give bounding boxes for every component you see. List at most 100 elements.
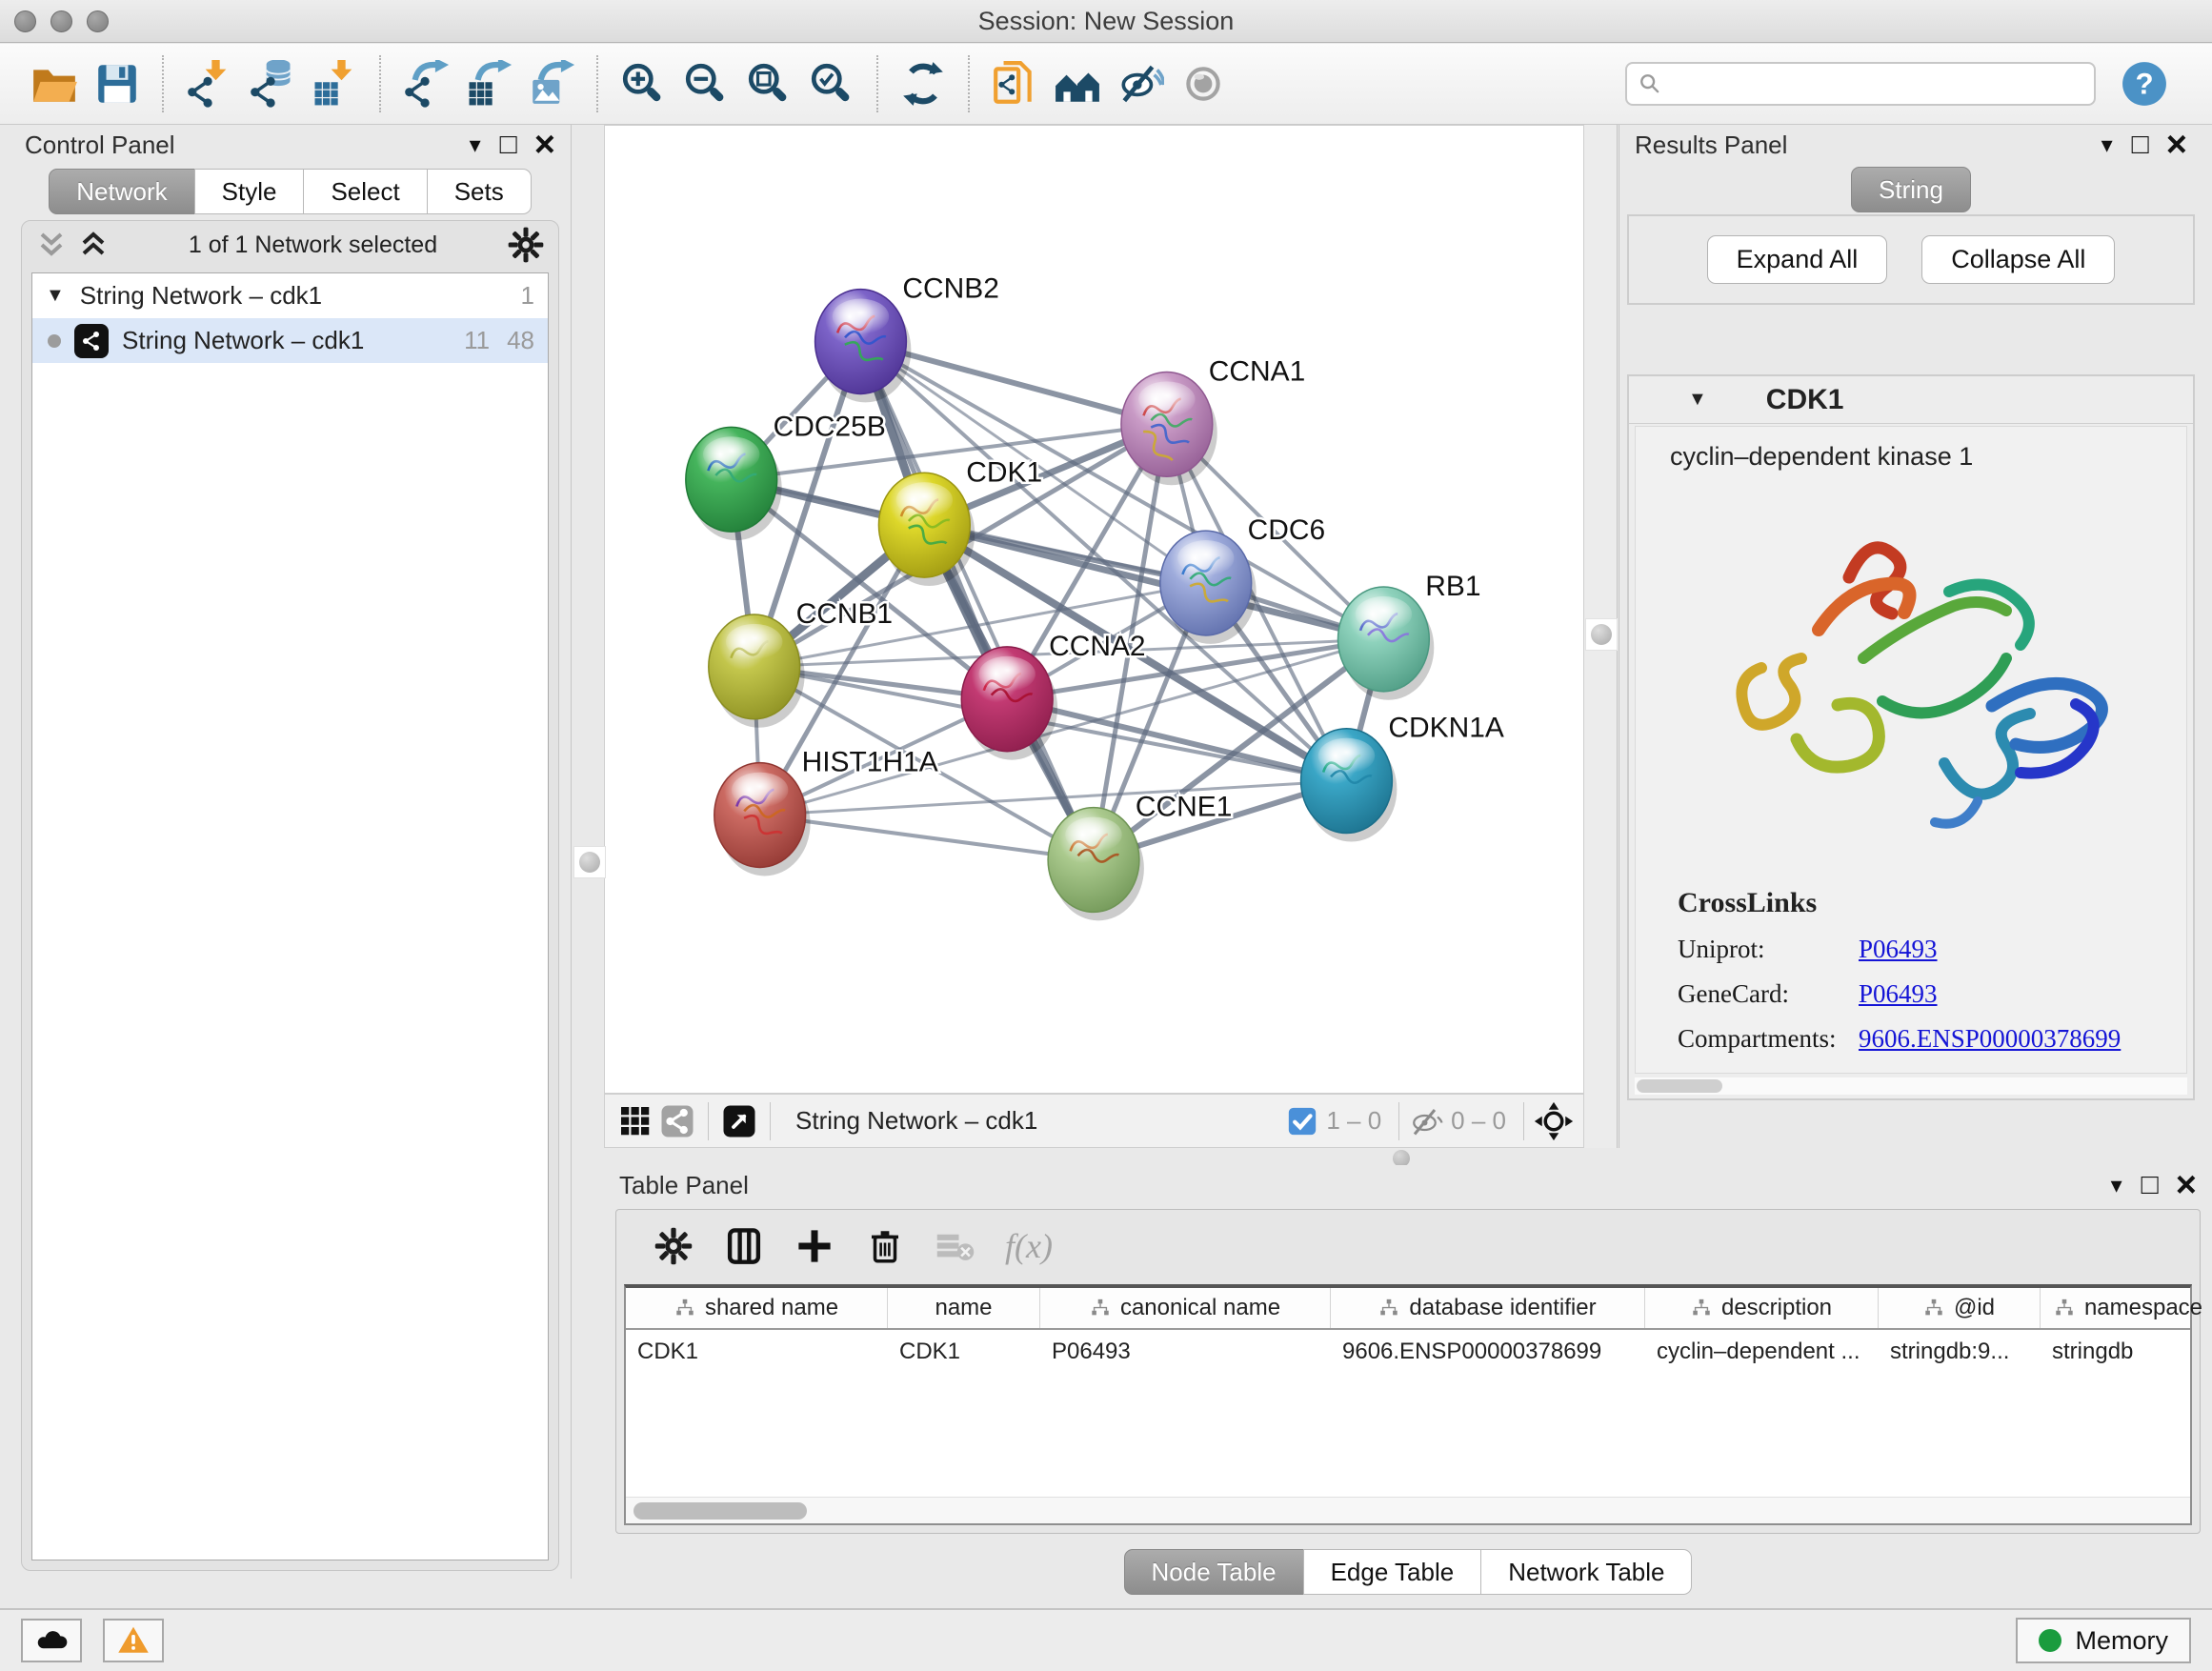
export-table-button[interactable] xyxy=(461,55,516,112)
column-header-shared-name[interactable]: shared name xyxy=(626,1288,888,1328)
network-row-selected[interactable]: String Network – cdk1 11 48 xyxy=(32,318,548,363)
table-panel: Table Panel ▾ □ × xyxy=(604,1165,2212,1608)
left-splitter-handle[interactable] xyxy=(573,846,606,878)
network-canvas[interactable]: CCNB2 CCNA1 CDC25B CDK1 CDC6 RB1 CCNB1 xyxy=(604,125,1584,1094)
results-close-icon[interactable]: × xyxy=(2166,131,2187,159)
table-panel-title: Table Panel xyxy=(619,1171,749,1200)
results-scrollbar[interactable] xyxy=(1635,1077,2187,1095)
section-collapse-icon[interactable]: ▼ xyxy=(1688,389,1707,411)
open-session-button[interactable] xyxy=(27,55,82,112)
tab-select[interactable]: Select xyxy=(303,169,427,214)
fit-selected-crosshair-icon[interactable] xyxy=(1534,1101,1574,1141)
homes-icon xyxy=(1054,60,1101,108)
detach-view-button[interactable] xyxy=(718,1100,760,1142)
panel-float-icon[interactable]: □ xyxy=(500,131,517,159)
table-float-icon[interactable]: □ xyxy=(2142,1171,2159,1199)
network-options-gear-icon[interactable] xyxy=(507,226,545,264)
cdk1-section-header[interactable]: ▼ CDK1 xyxy=(1629,376,2193,424)
search-box[interactable] xyxy=(1625,62,2096,106)
import-database-button[interactable] xyxy=(244,55,299,112)
table-row[interactable]: CDK1CDK1P064939606.ENSP00000378699cyclin… xyxy=(626,1330,2190,1374)
export-network-button[interactable] xyxy=(398,55,453,112)
network-collection-row[interactable]: ▼ String Network – cdk1 1 xyxy=(32,273,548,318)
network-node-CDKN1A[interactable]: CDKN1A xyxy=(1301,713,1504,842)
crosslink-link[interactable]: 9606.ENSP00000378699 xyxy=(1859,1069,2121,1074)
zoom-selected-icon xyxy=(808,60,855,108)
birds-eye-view-button[interactable] xyxy=(614,1100,656,1142)
network-edge-CCNB2-CCNE1[interactable] xyxy=(860,342,1094,860)
collection-expand-icon[interactable]: ▼ xyxy=(46,285,65,307)
export-image-button[interactable] xyxy=(524,55,579,112)
tab-string[interactable]: String xyxy=(1851,167,1971,212)
panel-close-icon[interactable]: × xyxy=(534,131,555,159)
tab-sets[interactable]: Sets xyxy=(427,169,532,214)
import-table-button[interactable] xyxy=(307,55,362,112)
genemania-query-button[interactable] xyxy=(1050,55,1105,112)
network-node-CCNE1[interactable]: CCNE1 xyxy=(1048,792,1232,921)
collapse-all-button[interactable]: Collapse All xyxy=(1921,235,2115,284)
search-input[interactable] xyxy=(1663,65,2094,103)
hide-unhide-button[interactable] xyxy=(1113,55,1168,112)
svg-text:?: ? xyxy=(2135,67,2153,100)
table-cell: stringdb:9... xyxy=(1879,1330,2041,1374)
crosslink-link[interactable]: P06493 xyxy=(1859,935,1938,964)
delete-column-button[interactable] xyxy=(864,1225,906,1267)
column-header-database-identifier[interactable]: database identifier xyxy=(1331,1288,1645,1328)
crosslink-link[interactable]: 9606.ENSP00000378699 xyxy=(1859,1024,2121,1054)
memory-button[interactable]: Memory xyxy=(2016,1618,2191,1663)
zoom-fit-button[interactable] xyxy=(741,55,796,112)
toolbar-separator xyxy=(379,55,381,112)
create-column-button[interactable] xyxy=(794,1225,835,1267)
results-float-icon[interactable]: □ xyxy=(2132,131,2149,159)
show-hide-panel-button[interactable] xyxy=(1176,55,1231,112)
node-label-CDK1: CDK1 xyxy=(966,456,1042,488)
function-builder-icon: f(x) xyxy=(1005,1226,1053,1266)
collapse-all-icon[interactable] xyxy=(35,229,68,261)
cloud-button[interactable] xyxy=(21,1619,82,1662)
tab-network[interactable]: Network xyxy=(49,169,194,214)
string-panel-buttons: Expand All Collapse All xyxy=(1627,214,2195,305)
expand-all-icon[interactable] xyxy=(77,229,110,261)
table-menu-icon[interactable]: ▾ xyxy=(2111,1172,2122,1199)
tab-style[interactable]: Style xyxy=(194,169,305,214)
zoom-selected-button[interactable] xyxy=(804,55,859,112)
hidden-eye-slash-icon xyxy=(1409,1104,1443,1138)
column-header-name[interactable]: name xyxy=(888,1288,1040,1328)
table-toolbar: f(x) xyxy=(616,1210,2200,1282)
tab-edge-table[interactable]: Edge Table xyxy=(1303,1549,1482,1595)
network-overview-share-button[interactable] xyxy=(656,1100,698,1142)
right-splitter-handle[interactable] xyxy=(1585,618,1618,651)
table-scrollbar[interactable] xyxy=(626,1497,2190,1523)
shared-column-icon xyxy=(1378,1298,1399,1319)
main-toolbar: ? xyxy=(0,44,2212,125)
warnings-button[interactable] xyxy=(103,1619,164,1662)
refresh-icon xyxy=(899,60,947,108)
zoom-in-button[interactable] xyxy=(615,55,671,112)
crosslink-row: GeneCard:P06493 xyxy=(1678,979,2186,1009)
network-node-CDC6[interactable]: CDC6 xyxy=(1160,514,1325,644)
network-node-CCNA1[interactable]: CCNA1 xyxy=(1121,355,1305,485)
panel-menu-icon[interactable]: ▾ xyxy=(470,131,481,159)
network-node-RB1[interactable]: RB1 xyxy=(1337,571,1480,700)
crosslink-link[interactable]: P06493 xyxy=(1859,979,1938,1009)
import-network-button[interactable] xyxy=(181,55,236,112)
string-query-button[interactable] xyxy=(987,55,1042,112)
tab-node-table[interactable]: Node Table xyxy=(1124,1549,1304,1595)
refresh-view-button[interactable] xyxy=(895,55,951,112)
table-close-icon[interactable]: × xyxy=(2176,1171,2197,1199)
network-selection-status: 1 of 1 Network selected xyxy=(119,232,507,259)
zoom-out-button[interactable] xyxy=(678,55,734,112)
results-menu-icon[interactable]: ▾ xyxy=(2101,131,2113,159)
delete-table-button[interactable] xyxy=(935,1225,976,1267)
help-button[interactable]: ? xyxy=(2121,60,2168,108)
show-columns-button[interactable] xyxy=(723,1225,765,1267)
column-header-canonical-name[interactable]: canonical name xyxy=(1040,1288,1331,1328)
tab-network-table[interactable]: Network Table xyxy=(1480,1549,1692,1595)
expand-all-button[interactable]: Expand All xyxy=(1707,235,1888,284)
save-session-button[interactable] xyxy=(90,55,145,112)
column-header-namespace[interactable]: namespace xyxy=(2041,1288,2212,1328)
toolbar-separator xyxy=(876,55,878,112)
table-options-gear-button[interactable] xyxy=(653,1225,694,1267)
column-header-description[interactable]: description xyxy=(1645,1288,1879,1328)
column-header--id[interactable]: @id xyxy=(1879,1288,2041,1328)
